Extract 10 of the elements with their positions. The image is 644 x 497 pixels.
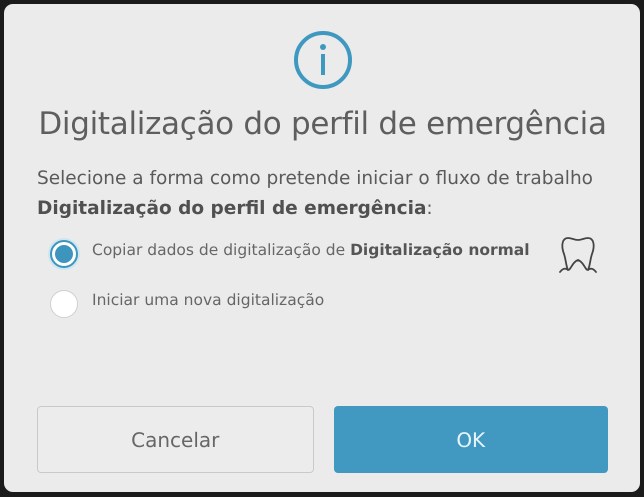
dialog-title: Digitalização do perfil de emergência	[37, 106, 608, 142]
radio-button[interactable]	[50, 290, 78, 318]
cancel-button[interactable]: Cancelar	[37, 406, 314, 473]
tooth-icon	[558, 234, 598, 276]
dialog-message: Selecione a forma como pretende iniciar o fluxo de trabalho Digitalização do perfil de emergência:	[37, 167, 594, 221]
ok-button[interactable]: OK	[334, 406, 608, 473]
info-icon	[292, 30, 352, 90]
option-label: Copiar dados de digitalização de Digitalização normal	[92, 240, 531, 261]
option-label: Iniciar uma nova digitalização	[92, 290, 326, 311]
radio-button[interactable]	[50, 240, 78, 268]
